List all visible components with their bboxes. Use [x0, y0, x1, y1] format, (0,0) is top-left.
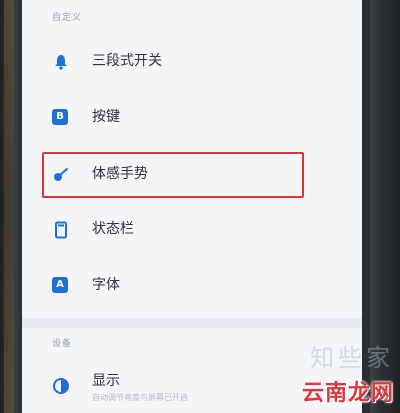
watermark-logo: 云南龙网: [301, 381, 394, 406]
settings-item-label: 按键: [92, 109, 120, 125]
badge-letter: A: [52, 277, 68, 293]
alert-slider-icon: [52, 53, 70, 71]
settings-item-buttons[interactable]: B 按键: [22, 88, 362, 148]
section-header-device: 设备: [52, 339, 73, 349]
status-bar-icon: [52, 221, 70, 239]
button-badge-icon: B: [52, 109, 70, 127]
settings-item-font[interactable]: A 字体: [22, 256, 362, 316]
section-divider: [22, 318, 362, 328]
settings-item-status-bar[interactable]: 状态栏: [22, 200, 362, 260]
settings-item-label: 三段式开关: [92, 53, 162, 69]
font-badge-icon: A: [52, 277, 70, 295]
settings-item-alert-slider[interactable]: 三段式开关: [22, 32, 362, 92]
section-header-customize: 自定义: [52, 13, 83, 23]
frame-edge: [4, 0, 14, 413]
badge-letter: B: [52, 109, 68, 125]
watermark-faint: 知些家: [310, 344, 394, 372]
display-icon: [52, 377, 70, 395]
highlight-box: [42, 152, 304, 198]
settings-item-label: 状态栏: [92, 221, 134, 237]
settings-item-label: 显示: [92, 373, 120, 389]
settings-item-label: 字体: [92, 277, 120, 293]
settings-item-sublabel: 自动调节亮度与屏幕已开启: [92, 393, 188, 402]
